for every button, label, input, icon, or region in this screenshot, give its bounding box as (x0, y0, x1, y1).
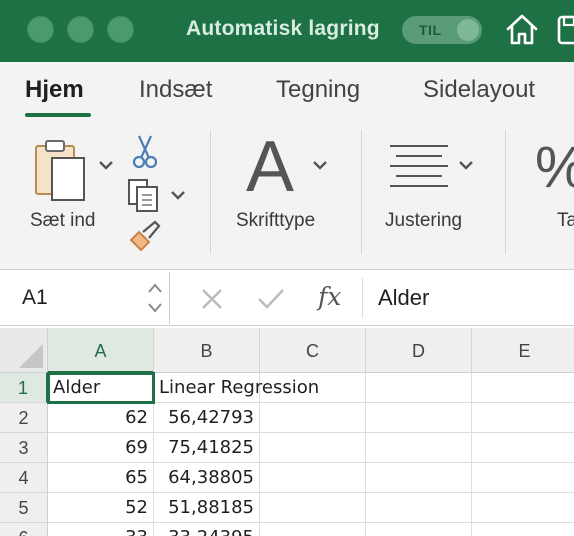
cell-b3[interactable]: 75,41825 (154, 433, 260, 463)
stepper-icon[interactable] (147, 282, 163, 314)
cell-c1[interactable] (260, 373, 366, 403)
cancel-icon[interactable] (200, 287, 224, 311)
paste-button[interactable] (30, 138, 118, 211)
column-header-d[interactable]: D (366, 328, 472, 373)
cell-a4[interactable]: 65 (48, 463, 154, 493)
cell-b5[interactable]: 51,88185 (154, 493, 260, 523)
cell-d3[interactable] (366, 433, 472, 463)
percent-icon[interactable]: % (535, 134, 574, 201)
column-header-a[interactable]: A (48, 328, 154, 373)
tab-insert[interactable]: Indsæt (139, 76, 212, 104)
column-header-e[interactable]: E (472, 328, 574, 373)
formula-separator (362, 278, 363, 318)
cell-a2[interactable]: 62 (48, 403, 154, 433)
cell-c4[interactable] (260, 463, 366, 493)
cell-a1[interactable]: Alder (47, 372, 155, 404)
name-box[interactable]: A1 (4, 272, 170, 324)
confirm-icon[interactable] (256, 287, 286, 311)
font-glyph: A (246, 127, 295, 207)
ribbon-separator (505, 130, 506, 254)
row-header-6[interactable]: 6 (0, 523, 48, 536)
cell-b4[interactable]: 64,38805 (154, 463, 260, 493)
row-header-3[interactable]: 3 (0, 433, 48, 463)
cell-e2[interactable] (472, 403, 574, 433)
cell-b2[interactable]: 56,42793 (154, 403, 260, 433)
clipboard-icon (35, 140, 113, 201)
cell-a3[interactable]: 69 (48, 433, 154, 463)
active-tab-indicator (25, 113, 91, 117)
autosave-toggle[interactable]: TIL (402, 16, 482, 44)
ribbon-separator (361, 130, 362, 254)
select-all-icon (19, 344, 43, 368)
format-painter-icon[interactable] (127, 220, 163, 254)
home-icon[interactable] (505, 12, 539, 48)
autosave-toggle-label: TIL (419, 22, 442, 38)
cell-e3[interactable] (472, 433, 574, 463)
cell-b1[interactable]: Linear Regression (154, 373, 319, 403)
minimize-window-button[interactable] (67, 16, 94, 43)
autosave-label: Automatisk lagring (186, 17, 380, 40)
cell-b6[interactable]: 33,24395 (154, 523, 260, 536)
cell-e1[interactable] (472, 373, 574, 403)
cell-c2[interactable] (260, 403, 366, 433)
title-bar: Automatisk lagring TIL (0, 0, 574, 62)
cell-d6[interactable] (366, 523, 472, 536)
select-all-button[interactable] (0, 328, 48, 373)
cell-a6[interactable]: 33 (48, 523, 154, 536)
font-button[interactable]: A (246, 127, 336, 208)
column-header-c[interactable]: C (260, 328, 366, 373)
insert-function-icon[interactable]: fx (318, 282, 341, 311)
cell-e4[interactable] (472, 463, 574, 493)
paste-label: Sæt ind (30, 210, 96, 231)
cell-a5[interactable]: 52 (48, 493, 154, 523)
cell-e6[interactable] (472, 523, 574, 536)
spreadsheet-grid: A B C D E 1 Alder Linear Regression 2 62… (0, 328, 574, 536)
row-header-5[interactable]: 5 (0, 493, 48, 523)
tab-draw[interactable]: Tegning (276, 76, 360, 104)
cell-c5[interactable] (260, 493, 366, 523)
row-header-2[interactable]: 2 (0, 403, 48, 433)
formula-input[interactable]: Alder (378, 285, 429, 311)
close-window-button[interactable] (27, 16, 54, 43)
ribbon-separator (210, 130, 211, 254)
toggle-knob (457, 19, 479, 41)
cell-d2[interactable] (366, 403, 472, 433)
ribbon-home: Sæt ind A Skrifttype Justering % Ta (0, 122, 574, 270)
copy-icon[interactable] (126, 178, 190, 214)
tab-page-layout[interactable]: Sidelayout (423, 76, 535, 104)
tab-home[interactable]: Hjem (25, 76, 84, 104)
number-label: Ta (557, 210, 574, 231)
cell-d5[interactable] (366, 493, 472, 523)
save-icon[interactable] (556, 12, 574, 48)
row-header-4[interactable]: 4 (0, 463, 48, 493)
cell-c6[interactable] (260, 523, 366, 536)
cell-e5[interactable] (472, 493, 574, 523)
alignment-label: Justering (385, 210, 463, 231)
cell-c3[interactable] (260, 433, 366, 463)
scissors-icon[interactable] (130, 134, 160, 170)
cell-d1[interactable] (366, 373, 472, 403)
cell-d4[interactable] (366, 463, 472, 493)
row-header-1[interactable]: 1 (0, 373, 48, 403)
chevron-down-icon (313, 161, 327, 170)
formula-bar: A1 fx Alder (0, 270, 574, 326)
column-header-b[interactable]: B (154, 328, 260, 373)
font-label: Skrifttype (236, 210, 316, 231)
name-box-value: A1 (22, 286, 48, 309)
zoom-window-button[interactable] (107, 16, 134, 43)
alignment-icon[interactable] (388, 144, 480, 192)
